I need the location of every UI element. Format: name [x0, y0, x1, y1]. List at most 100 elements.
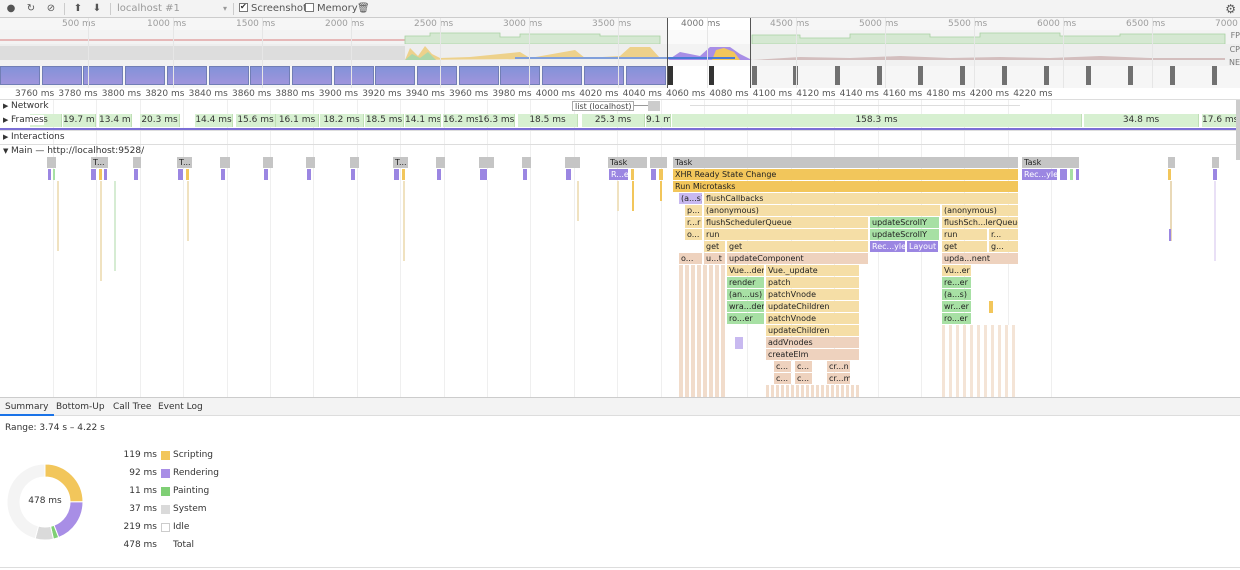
call-block[interactable]: get	[942, 241, 988, 252]
call-block[interactable]: re...er	[942, 277, 972, 288]
call-block[interactable]: upda...nent	[942, 253, 1019, 264]
flame-scrollbar[interactable]	[1236, 100, 1240, 160]
call-block[interactable]: render	[727, 277, 765, 288]
call-block[interactable]: (an...us)	[727, 289, 765, 300]
call-block[interactable]: patch	[766, 277, 860, 288]
frame-block[interactable]: 18.5 ms	[365, 114, 404, 127]
call-block[interactable]: ro...er	[727, 313, 765, 324]
layout-block[interactable]: Layout	[907, 241, 939, 252]
tab-bottom-up[interactable]: Bottom-Up	[51, 398, 110, 416]
task-block[interactable]: T...	[177, 157, 193, 168]
call-block[interactable]: updateComponent	[727, 253, 869, 264]
microtasks-block[interactable]: Run Microtasks	[673, 181, 1019, 192]
task-block[interactable]: Task	[673, 157, 1019, 168]
memory-toggle[interactable]: Memory	[305, 3, 358, 15]
call-block[interactable]: cr...m	[827, 373, 851, 384]
call-block[interactable]: createElm	[766, 349, 860, 360]
call-block[interactable]: flushCallbacks	[704, 193, 1019, 204]
call-block[interactable]: updateChildren	[766, 301, 860, 312]
call-block[interactable]: addVnodes	[766, 337, 860, 348]
call-block[interactable]: g...	[989, 241, 1019, 252]
frame-block[interactable]: 14.1 ms	[405, 114, 441, 127]
screenshots-toggle[interactable]: Screenshots	[239, 1, 312, 15]
xhr-event-block[interactable]: XHR Ready State Change	[673, 169, 1019, 180]
call-block[interactable]: updateChildren	[766, 325, 860, 336]
call-block[interactable]: c...	[795, 361, 813, 372]
network-request-bar[interactable]: list (localhost)	[572, 101, 634, 111]
call-block[interactable]: o...	[685, 229, 703, 240]
call-block[interactable]: run	[704, 229, 869, 240]
call-block[interactable]: patchVnode	[766, 313, 860, 324]
network-track[interactable]: ▶ Network list (localhost)	[0, 100, 1240, 113]
call-block[interactable]: (a...s)	[679, 193, 703, 204]
frame-block[interactable]: 16.2 ms	[443, 114, 479, 127]
call-block[interactable]: r...	[989, 229, 1019, 240]
call-block[interactable]: get	[727, 241, 869, 252]
task-block[interactable]: T...	[393, 157, 409, 168]
frame-block[interactable]: 18.2 ms	[320, 114, 364, 127]
tab-event-log[interactable]: Event Log	[153, 398, 208, 416]
screenshots-checkbox[interactable]	[239, 1, 248, 13]
frame-block[interactable]: 16.3 ms	[478, 114, 515, 127]
call-block[interactable]: c...	[774, 373, 792, 384]
load-profile-icon[interactable]: ⬆	[72, 3, 84, 15]
call-block[interactable]: c...	[795, 373, 813, 384]
call-block[interactable]: (anonymous)	[704, 205, 941, 216]
gear-icon[interactable]: ⚙	[1225, 2, 1236, 16]
call-block[interactable]: Vue._update	[766, 265, 860, 276]
call-block[interactable]: (anonymous)	[942, 205, 1019, 216]
frame-block[interactable]: 14.4 ms	[195, 114, 233, 127]
task-block[interactable]: T...	[91, 157, 109, 168]
task-block[interactable]: Task	[1022, 157, 1080, 168]
frame-block[interactable]: 25.3 ms	[582, 114, 645, 127]
expand-arrow-icon[interactable]: ▶	[3, 102, 11, 110]
task-block[interactable]: Task	[608, 157, 648, 168]
call-block[interactable]: flushSchedulerQueue	[704, 217, 869, 228]
frame-block[interactable]: 20.3 ms	[140, 114, 180, 127]
call-block[interactable]: cr...n	[827, 361, 851, 372]
call-block[interactable]: Vue...der	[727, 265, 765, 276]
main-flame-chart[interactable]: T... T... T... Task Task Task R...e Rec.…	[0, 157, 1240, 397]
trash-icon[interactable]: 🗑	[357, 3, 370, 15]
frame-block[interactable]: 16.1 ms	[276, 114, 319, 127]
recalc-style-block[interactable]: Rec...yle	[1022, 169, 1058, 180]
recalc-style-block[interactable]: R...e	[609, 169, 629, 180]
call-block[interactable]: r...r	[685, 217, 703, 228]
frame-block[interactable]: 18.5 ms	[518, 114, 578, 127]
save-profile-icon[interactable]: ⬇	[91, 3, 103, 15]
reload-record-icon[interactable]: ↻	[25, 3, 37, 15]
call-block[interactable]: u...t	[704, 253, 726, 264]
frame-block[interactable]: 13.4 ms	[99, 114, 132, 127]
call-block[interactable]: Vu...er	[942, 265, 972, 276]
frame-block[interactable]: 17.6 ms	[1202, 114, 1239, 127]
call-block[interactable]: ro...er	[942, 313, 972, 324]
frame-block[interactable]: 15.6 ms	[236, 114, 276, 127]
frame-block[interactable]: 34.8 ms	[1084, 114, 1199, 127]
call-block[interactable]: get	[704, 241, 726, 252]
record-icon[interactable]: ●	[5, 3, 17, 15]
call-block[interactable]: p...	[685, 205, 703, 216]
call-block[interactable]: patchVnode	[766, 289, 860, 300]
interactions-track[interactable]: ▶ Interactions	[0, 130, 1240, 144]
call-block[interactable]: flushSch...lerQueue	[942, 217, 1019, 228]
call-block[interactable]: updateScrollY	[870, 229, 940, 240]
frame-block[interactable]: 19.7 ms	[63, 114, 96, 127]
memory-checkbox[interactable]	[305, 3, 314, 12]
call-block[interactable]: wra...der	[727, 301, 765, 312]
recalc-style-block[interactable]: Rec...yle	[870, 241, 906, 252]
call-block[interactable]: run	[942, 229, 988, 240]
call-block[interactable]: c...	[774, 361, 792, 372]
main-track-header[interactable]: ▼ Main — http://localhost:9528/	[0, 144, 1240, 158]
call-block[interactable]: wr...er	[942, 301, 972, 312]
tab-summary[interactable]: Summary	[0, 398, 54, 416]
call-block[interactable]: updateScrollY	[870, 217, 940, 228]
frame-block[interactable]: 9.1 ms	[646, 114, 671, 127]
selection-window[interactable]	[667, 18, 751, 88]
expand-arrow-icon[interactable]: ▶	[3, 116, 11, 124]
frame-block[interactable]: 158.3 ms	[672, 114, 1082, 127]
expand-arrow-icon[interactable]: ▶	[3, 133, 11, 141]
profile-select[interactable]: localhost #1 ▾	[117, 3, 229, 15]
timeline-overview[interactable]: 500 ms 1000 ms 1500 ms 2000 ms 2500 ms 3000 m…	[0, 18, 1240, 88]
tab-call-tree[interactable]: Call Tree	[108, 398, 156, 416]
clear-icon[interactable]: ⊘	[45, 3, 57, 15]
